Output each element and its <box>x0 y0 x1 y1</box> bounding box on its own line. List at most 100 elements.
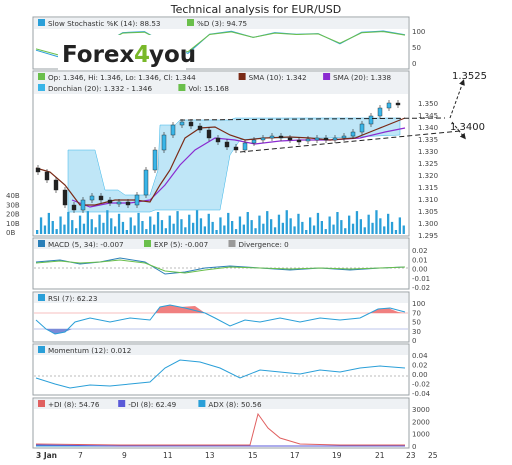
candle-body <box>332 137 338 141</box>
volume-bar <box>168 215 171 234</box>
momentum-axis: 0.04 0.020.00 -0.02-0.04 <box>412 352 431 398</box>
axis-tick-label: 1.295 <box>418 232 438 240</box>
legend-swatch <box>187 19 194 26</box>
volume-bar <box>71 220 74 234</box>
legend-label: %D (3): 94.75 <box>197 19 247 28</box>
volume-bar <box>110 218 113 234</box>
stochastic-axis: 100 50 0 <box>412 28 425 68</box>
volume-bar <box>63 224 66 234</box>
candle-body <box>296 139 302 143</box>
candle-body <box>98 195 104 201</box>
axis-tick-label: 50 <box>412 319 421 327</box>
volume-bar <box>156 212 160 234</box>
volume-bar <box>301 221 304 234</box>
legend-swatch <box>198 400 206 407</box>
candle-body <box>80 199 86 211</box>
volume-bar <box>51 221 54 234</box>
axis-tick-label: 0.02 <box>412 362 428 370</box>
volume-bar <box>39 217 43 234</box>
volume-bar <box>258 215 261 234</box>
volume-bar <box>86 211 89 234</box>
volume-bar <box>47 212 50 234</box>
axis-tick-label: 20B <box>6 211 20 219</box>
volume-bar <box>164 228 167 234</box>
volume-bar <box>348 215 351 234</box>
volume-bar <box>192 222 195 234</box>
axis-tick-label: 1.350 <box>418 100 438 108</box>
axis-tick-label: 1.310 <box>418 196 438 204</box>
candle-body <box>251 139 257 144</box>
candle-body <box>368 115 374 125</box>
volume-bar <box>289 218 292 234</box>
candle-body <box>116 201 122 205</box>
volume-bar <box>121 221 125 234</box>
candle-body <box>197 125 203 131</box>
volume-bar <box>227 212 230 234</box>
volume-bar <box>94 227 97 234</box>
volume-bar <box>172 223 175 234</box>
volume-bar <box>351 223 355 234</box>
volume-bar <box>188 214 191 234</box>
volume-bar <box>297 213 300 234</box>
volume-bar <box>184 227 187 234</box>
momentum-legend: Momentum (12): 0.012 <box>38 346 131 355</box>
volume-bar <box>390 221 394 234</box>
volume-bar <box>114 226 117 234</box>
x-tick-label: 11 <box>163 451 173 460</box>
rsi-axis: 10070 50300 <box>412 300 425 345</box>
volume-bar <box>285 210 288 234</box>
volume-bar <box>324 229 327 234</box>
stochastic-legend: Slow Stochastic %K (14): 88.53 %D (3): 94… <box>38 19 247 28</box>
legend-swatch <box>118 400 126 407</box>
axis-tick-label: 0.00 <box>412 266 428 274</box>
volume-bar <box>344 228 347 234</box>
axis-tick-label: -0.01 <box>412 275 430 283</box>
candle-body <box>125 201 131 206</box>
volume-bar <box>199 218 203 234</box>
legend-swatch <box>38 400 45 407</box>
technical-chart: Slow Stochastic %K (14): 88.53 %D (3): 94… <box>6 16 487 460</box>
volume-bar <box>312 225 316 234</box>
volume-bar <box>160 220 164 234</box>
axis-tick-label: 1.315 <box>418 184 438 192</box>
volume-bar <box>176 211 179 234</box>
volume-bar <box>387 213 390 234</box>
x-tick-label: 15 <box>248 451 258 460</box>
volume-bar <box>75 228 78 234</box>
candle-body <box>71 204 77 211</box>
dmi-panel: +DI (8): 54.76 -DI (8): 62.49 ADX (8): 50.… <box>32 397 430 451</box>
axis-tick-label: 40B <box>6 192 20 200</box>
volume-bar <box>211 221 214 234</box>
axis-tick-label: 1.305 <box>418 208 438 216</box>
axis-tick-label: 1.325 <box>418 160 438 168</box>
volume-bar <box>250 220 253 234</box>
legend-swatch <box>323 73 331 80</box>
volume-bar <box>145 229 148 234</box>
volume-bar <box>180 219 183 234</box>
volume-bar <box>234 229 238 234</box>
axis-tick-label: 0 <box>412 337 416 345</box>
legend-swatch <box>38 294 45 301</box>
candle-body <box>206 129 212 139</box>
legend-label: ADX (8): 50.56 <box>208 400 262 409</box>
candle-body <box>89 195 95 201</box>
volume-bar <box>355 211 359 234</box>
legend-label: Momentum (12): 0.012 <box>48 346 131 355</box>
legend-label: Vol: 15.168 <box>188 84 229 93</box>
candle-body <box>377 107 383 117</box>
legend-label: Donchian (20): 1.332 - 1.346 <box>48 84 152 93</box>
candle-body <box>152 149 158 171</box>
axis-tick-label: 30 <box>412 328 421 336</box>
volume-bar <box>67 212 70 234</box>
legend-swatch <box>38 84 45 91</box>
volume-bar <box>363 227 366 234</box>
volume-bar <box>359 219 362 234</box>
volume-bar <box>262 223 265 234</box>
legend-label: +DI (8): 54.76 <box>48 400 100 409</box>
candle-body <box>143 169 149 196</box>
volume-bar <box>106 210 109 234</box>
x-tick-label: 17 <box>290 451 300 460</box>
candle-body <box>287 137 293 141</box>
price-panel: Op: 1.346, Hi: 1.346, Lo: 1.346, Cl: 1.3… <box>6 70 487 240</box>
volume-bar <box>293 226 296 234</box>
